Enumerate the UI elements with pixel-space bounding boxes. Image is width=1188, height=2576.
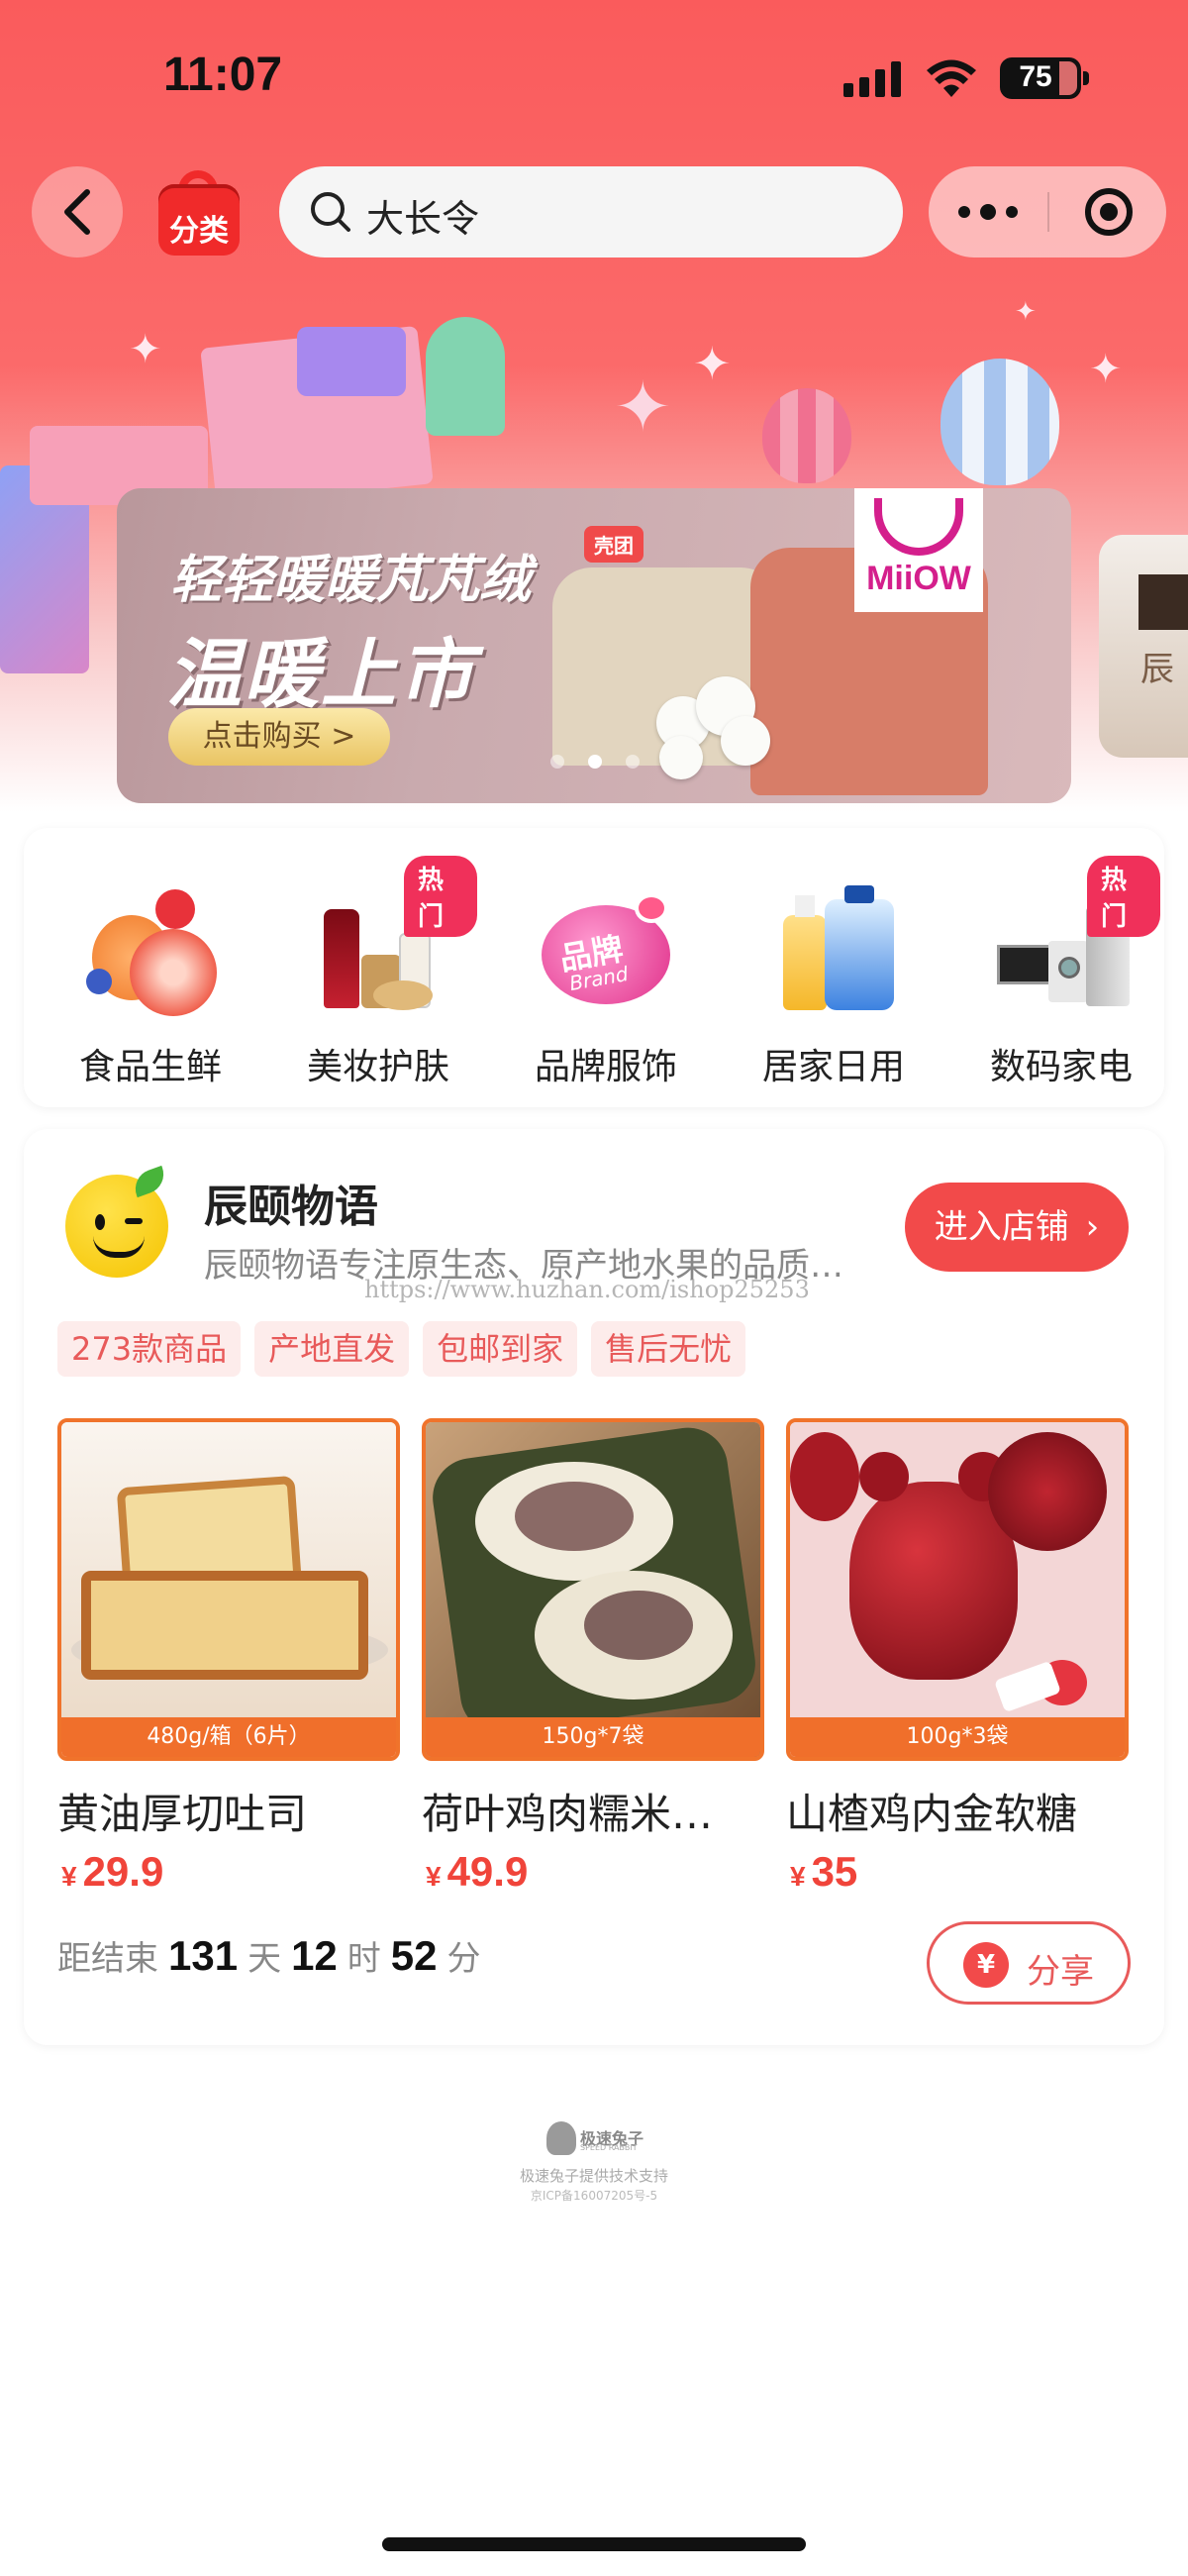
product-name: 黄油厚切吐司 <box>57 1790 308 1838</box>
close-miniapp-icon[interactable] <box>1085 188 1133 236</box>
product-price: ¥29.9 <box>61 1848 164 1895</box>
cat-logo-icon <box>874 498 963 556</box>
product-image-rice: 150g*7袋 <box>422 1418 764 1761</box>
rabbit-icon <box>546 2121 576 2155</box>
product-spec: 150g*7袋 <box>426 1717 760 1757</box>
chevron-left-icon <box>64 189 90 235</box>
product-name: 荷叶鸡肉糯米… <box>422 1790 714 1838</box>
product-price: ¥35 <box>790 1848 858 1895</box>
category-item-brand[interactable]: 品牌 Brand 品牌服饰 <box>497 856 705 1093</box>
category-item-household[interactable]: 居家日用 <box>725 856 933 1093</box>
category-label: 数码家电 <box>989 1047 1133 1087</box>
countdown-minutes: 52 <box>390 1932 438 1979</box>
share-yen-icon: ¥ <box>963 1942 1009 1988</box>
hot-badge: 热门 <box>404 856 477 937</box>
countdown: 距结束 131 天 12 时 52 分 <box>57 1932 481 1979</box>
shop-tag: 273款商品 <box>57 1321 242 1377</box>
category-label: 品牌服饰 <box>534 1047 677 1087</box>
countdown-hours: 12 <box>291 1932 338 1979</box>
back-button[interactable] <box>32 166 123 258</box>
category-item-digital[interactable]: 热门 数码家电 <box>952 856 1160 1093</box>
banner-buy-button[interactable]: 点击购买 > <box>168 708 390 766</box>
next-banner-text: 辰 <box>1140 650 1174 689</box>
category-label: 食品生鲜 <box>78 1047 222 1087</box>
cellular-signal-icon <box>843 61 905 97</box>
product-image-toast: 480g/箱（6片） <box>57 1418 400 1761</box>
fruit-icon <box>86 885 217 1016</box>
banner-title: 温暖上市 <box>166 630 475 718</box>
status-bar: 11:07 75 <box>0 0 1188 149</box>
product-spec: 480g/箱（6片） <box>61 1717 396 1757</box>
share-label: 分享 <box>1027 1952 1094 1992</box>
category-item-beauty[interactable]: 热门 美妆护肤 <box>269 856 477 1093</box>
shop-tag: 售后无忧 <box>591 1321 746 1377</box>
category-grid: 食品生鲜 热门 美妆护肤 品牌 Brand 品牌服饰 居家日用 热门 数码家电 <box>24 828 1164 1107</box>
footer-logo: 极速兔子 SPEED RABBIT <box>546 2121 645 2157</box>
product-price: ¥49.9 <box>426 1848 529 1895</box>
shop-tags: 273款商品 产地直发 包邮到家 售后无忧 <box>57 1321 759 1377</box>
shop-card: 辰颐物语 辰颐物语专注原生态、原产地水果的品质… 进入店铺 › https://… <box>24 1129 1164 2045</box>
category-item-food[interactable]: 食品生鲜 <box>42 856 249 1093</box>
watermark: https://www.huzhan.com/ishop25253 <box>364 1276 810 1303</box>
battery-icon: 75 <box>1000 57 1089 99</box>
shop-tag: 包邮到家 <box>423 1321 578 1377</box>
footer-icp[interactable]: 京ICP备16007205号-5 <box>0 2187 1188 2204</box>
next-banner-peek[interactable]: 辰 <box>1099 535 1188 758</box>
shop-logo <box>65 1165 169 1278</box>
product-image-gummy: 100g*3袋 <box>786 1418 1129 1761</box>
chevron-right-icon: › <box>1085 1207 1100 1247</box>
countdown-days: 131 <box>168 1932 239 1979</box>
promo-banner[interactable]: 轻轻暖暖芃芃绒 温暖上市 点击购买 > 壳团 MiiOW <box>117 488 1071 803</box>
category-label: 美妆护肤 <box>306 1047 449 1087</box>
product-spec: 100g*3袋 <box>790 1717 1125 1757</box>
shop-tag: 产地直发 <box>254 1321 410 1377</box>
search-value: 大长令 <box>366 197 480 241</box>
brand-logo-text: MiiOW <box>866 560 971 597</box>
status-time: 11:07 <box>163 49 283 101</box>
banner-tag: 壳团 <box>584 526 644 563</box>
home-indicator[interactable] <box>382 2537 806 2551</box>
share-button[interactable]: ¥ 分享 <box>927 1921 1131 2005</box>
carousel-indicator <box>550 754 663 773</box>
miniapp-capsule <box>929 166 1166 258</box>
brand-bubble-icon: 品牌 Brand <box>542 885 670 1014</box>
more-icon[interactable] <box>958 194 1018 230</box>
search-icon <box>311 192 350 232</box>
banner-subtitle: 轻轻暖暖芃芃绒 <box>170 550 532 610</box>
footer-support: 极速兔子提供技术支持 <box>519 2167 668 2185</box>
category-label: 居家日用 <box>761 1047 905 1087</box>
category-label: 分类 <box>169 214 229 249</box>
product-name: 山楂鸡内金软糖 <box>786 1790 1078 1838</box>
enter-shop-label: 进入店铺 <box>934 1207 1069 1247</box>
brand-logo: MiiOW <box>854 488 983 612</box>
wifi-icon <box>927 59 976 97</box>
detergent-icon <box>769 885 898 1014</box>
hot-badge: 热门 <box>1087 856 1160 937</box>
shop-name: 辰颐物语 <box>204 1182 378 1232</box>
category-button[interactable]: 分类 <box>156 170 242 261</box>
search-input[interactable]: 大长令 <box>279 166 903 258</box>
battery-level: 75 <box>1019 60 1052 93</box>
enter-shop-button[interactable]: 进入店铺 › <box>905 1183 1129 1272</box>
